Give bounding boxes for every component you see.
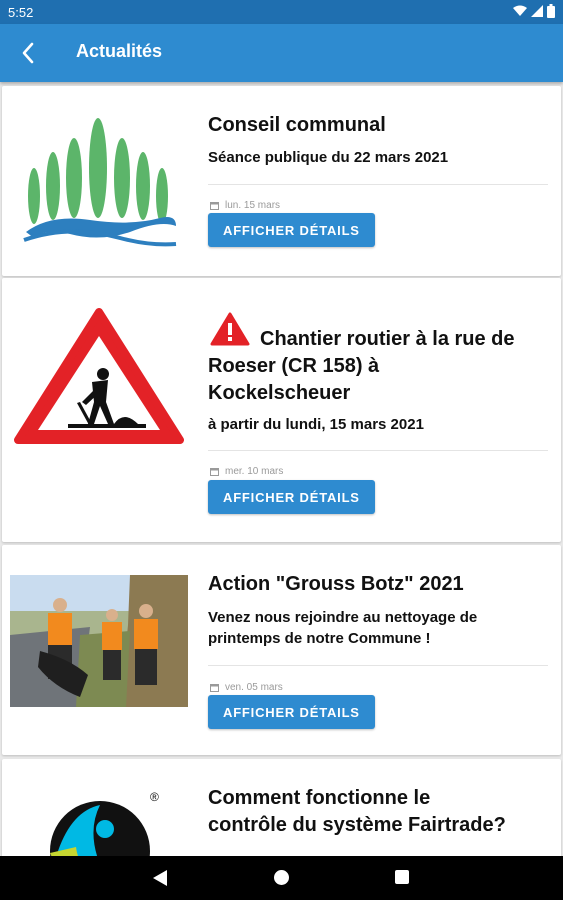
news-title-line: contrôle du système Fairtrade? <box>208 814 506 836</box>
news-subtitle: Venez nous rejoindre au nettoyage de pri… <box>208 607 548 649</box>
news-card[interactable]: ® Comment fonctionne le contrôle du syst… <box>2 759 561 856</box>
news-title-line: Comment fonctionne le <box>208 787 431 809</box>
news-list[interactable]: Conseil communal Séance publique du 22 m… <box>0 84 563 856</box>
divider <box>208 184 548 185</box>
cleanup-volunteers-photo <box>10 575 188 707</box>
status-time: 5:52 <box>8 5 34 20</box>
news-title: Comment fonctionne le contrôle du systèm… <box>208 785 548 839</box>
news-card[interactable]: Conseil communal Séance publique du 22 m… <box>2 86 561 276</box>
news-date: ven. 05 mars <box>210 682 283 693</box>
news-subtitle-line: Venez nous rejoindre au nettoyage de <box>208 609 478 626</box>
calendar-icon <box>210 202 219 210</box>
commune-logo-image <box>23 118 177 247</box>
fairtrade-logo-image: ® <box>50 790 159 856</box>
news-title: Conseil communal <box>208 114 386 136</box>
news-subtitle-line: printemps de notre Commune ! <box>208 630 431 647</box>
news-subtitle: à partir du lundi, 15 mars 2021 <box>208 416 424 433</box>
news-date: lun. 15 mars <box>210 200 280 211</box>
show-details-button[interactable]: AFFICHER DÉTAILS <box>208 695 375 729</box>
app-bar: Actualités <box>0 24 563 82</box>
news-date-text: lun. 15 mars <box>225 200 281 211</box>
signal-icon <box>531 5 543 17</box>
divider <box>208 450 548 451</box>
wifi-icon <box>513 5 527 16</box>
divider <box>208 665 548 666</box>
calendar-icon <box>210 684 219 692</box>
nav-back-icon[interactable] <box>153 870 167 886</box>
news-date: mer. 10 mars <box>210 466 283 477</box>
news-title: Action "Grouss Botz" 2021 <box>208 573 464 595</box>
news-card[interactable]: Chantier routier à la rue de Roeser (CR … <box>2 278 561 542</box>
roadworks-sign-image <box>14 308 184 444</box>
news-title: Chantier routier à la rue de Roeser (CR … <box>208 326 548 407</box>
registered-mark: ® <box>150 790 159 804</box>
show-details-button[interactable]: AFFICHER DÉTAILS <box>208 213 375 247</box>
battery-icon <box>547 4 555 18</box>
back-arrow-icon[interactable] <box>14 38 44 68</box>
nav-home-icon[interactable] <box>274 870 289 885</box>
system-nav-bar <box>0 856 563 900</box>
news-subtitle: Séance publique du 22 mars 2021 <box>208 149 449 166</box>
news-title-line: Roeser (CR 158) à <box>208 355 380 377</box>
show-details-button[interactable]: AFFICHER DÉTAILS <box>208 480 375 514</box>
news-title-line: Kockelscheuer <box>208 382 351 404</box>
status-bar: 5:52 <box>0 0 563 24</box>
news-title-line: Chantier routier à la rue de <box>260 328 515 350</box>
nav-recents-icon[interactable] <box>395 870 409 884</box>
news-date-text: ven. 05 mars <box>225 682 283 693</box>
news-date-text: mer. 10 mars <box>225 466 284 477</box>
status-icons <box>513 4 555 18</box>
page-title: Actualités <box>76 41 163 61</box>
calendar-icon <box>210 468 219 476</box>
news-card[interactable]: Action "Grouss Botz" 2021 Venez nous rej… <box>2 545 561 755</box>
